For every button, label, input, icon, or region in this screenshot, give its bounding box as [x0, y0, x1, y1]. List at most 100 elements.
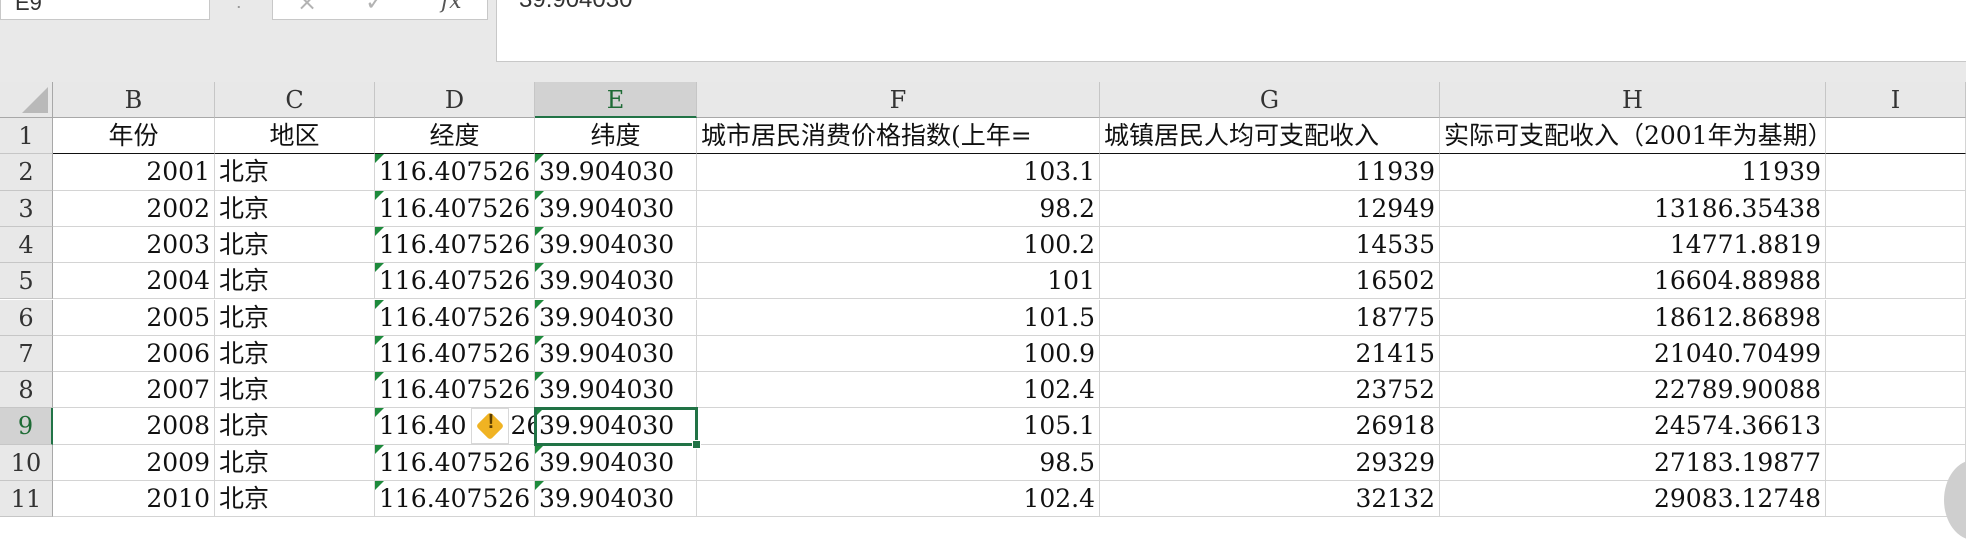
row-header-9[interactable]: 9 — [0, 408, 53, 445]
row-header-8[interactable]: 8 — [0, 372, 53, 409]
cell-g9[interactable]: 26918 — [1100, 408, 1440, 445]
cell-f7[interactable]: 100.9 — [697, 335, 1100, 373]
cell-b2[interactable]: 2001 — [53, 154, 215, 191]
cell-g4[interactable]: 14535 — [1100, 226, 1440, 264]
cell-c2[interactable]: 北京 — [215, 154, 375, 191]
cell-b6[interactable]: 2005 — [53, 299, 215, 336]
formula-input[interactable]: 39.904030 — [496, 0, 1966, 62]
cell-i8[interactable] — [1826, 372, 1966, 409]
column-header-e[interactable]: E — [535, 82, 697, 118]
row-header-6[interactable]: 6 — [0, 299, 53, 336]
header-cell-g[interactable]: 城镇居民人均可支配收入 — [1100, 118, 1440, 155]
cell-b10[interactable]: 2009 — [53, 444, 215, 481]
cell-c9[interactable]: 北京 — [215, 408, 375, 445]
cell-b4[interactable]: 2003 — [53, 226, 215, 264]
cell-b7[interactable]: 2006 — [53, 335, 215, 373]
cell-g8[interactable]: 23752 — [1100, 372, 1440, 409]
cell-f6[interactable]: 101.5 — [697, 299, 1100, 336]
cell-f4[interactable]: 100.2 — [697, 226, 1100, 264]
cell-e9[interactable]: 39.904030 — [535, 408, 697, 445]
cell-h5[interactable]: 16604.88988 — [1440, 263, 1826, 300]
cell-c3[interactable]: 北京 — [215, 190, 375, 227]
cell-f9[interactable]: 105.1 — [697, 408, 1100, 445]
cell-c5[interactable]: 北京 — [215, 263, 375, 300]
cell-e2[interactable]: 39.904030 — [535, 154, 697, 191]
cell-g6[interactable]: 18775 — [1100, 299, 1440, 336]
cell-f2[interactable]: 103.1 — [697, 154, 1100, 191]
cell-d4[interactable]: 116.407526 — [375, 226, 535, 264]
column-header-h[interactable]: H — [1440, 82, 1826, 118]
header-cell-f[interactable]: 城市居民消费价格指数(上年= — [697, 118, 1100, 155]
cell-h8[interactable]: 22789.90088 — [1440, 372, 1826, 409]
cell-d8[interactable]: 116.407526 — [375, 372, 535, 409]
cell-e6[interactable]: 39.904030 — [535, 299, 697, 336]
cell-c10[interactable]: 北京 — [215, 444, 375, 481]
cell-h7[interactable]: 21040.70499 — [1440, 335, 1826, 373]
cell-e7[interactable]: 39.904030 — [535, 335, 697, 373]
cell-f3[interactable]: 98.2 — [697, 190, 1100, 227]
select-all-corner[interactable] — [0, 82, 53, 118]
cell-i4[interactable] — [1826, 226, 1966, 264]
column-header-c[interactable]: C — [215, 82, 375, 118]
column-header-b[interactable]: B — [53, 82, 215, 118]
cell-d7[interactable]: 116.407526 — [375, 335, 535, 373]
cell-h3[interactable]: 13186.35438 — [1440, 190, 1826, 227]
cell-e8[interactable]: 39.904030 — [535, 372, 697, 409]
cell-i5[interactable] — [1826, 263, 1966, 300]
header-cell-e[interactable]: 纬度 — [535, 118, 697, 155]
cell-c4[interactable]: 北京 — [215, 226, 375, 264]
cell-h10[interactable]: 27183.19877 — [1440, 444, 1826, 481]
row-header-4[interactable]: 4 — [0, 226, 53, 264]
cell-e4[interactable]: 39.904030 — [535, 226, 697, 264]
row-header-5[interactable]: 5 — [0, 263, 53, 300]
column-header-g[interactable]: G — [1100, 82, 1440, 118]
row-header-7[interactable]: 7 — [0, 335, 53, 373]
row-header-3[interactable]: 3 — [0, 190, 53, 227]
cell-i2[interactable] — [1826, 154, 1966, 191]
cell-d9[interactable]: 116.40 26 — [375, 408, 535, 445]
cell-f8[interactable]: 102.4 — [697, 372, 1100, 409]
insert-function-icon[interactable]: fx — [441, 0, 462, 14]
header-cell-i[interactable] — [1826, 118, 1966, 155]
cell-i9[interactable] — [1826, 408, 1966, 445]
cell-d5[interactable]: 116.407526 — [375, 263, 535, 300]
header-cell-b[interactable]: 年份 — [53, 118, 215, 155]
cancel-icon[interactable]: × — [297, 0, 317, 14]
cell-h4[interactable]: 14771.8819 — [1440, 226, 1826, 264]
header-cell-c[interactable]: 地区 — [215, 118, 375, 155]
cell-f10[interactable]: 98.5 — [697, 444, 1100, 481]
cell-i6[interactable] — [1826, 299, 1966, 336]
row-header-1[interactable]: 1 — [0, 118, 53, 155]
header-cell-d[interactable]: 经度 — [375, 118, 535, 155]
cell-i7[interactable] — [1826, 335, 1966, 373]
cell-c7[interactable]: 北京 — [215, 335, 375, 373]
cell-e10[interactable]: 39.904030 — [535, 444, 697, 481]
cell-d2[interactable]: 116.407526 — [375, 154, 535, 191]
cell-c6[interactable]: 北京 — [215, 299, 375, 336]
cell-g2[interactable]: 11939 — [1100, 154, 1440, 191]
cell-i3[interactable] — [1826, 190, 1966, 227]
column-header-f[interactable]: F — [697, 82, 1100, 118]
cell-d3[interactable]: 116.407526 — [375, 190, 535, 227]
confirm-icon[interactable]: ✓ — [365, 0, 385, 14]
cell-h6[interactable]: 18612.86898 — [1440, 299, 1826, 336]
cell-g7[interactable]: 21415 — [1100, 335, 1440, 373]
cell-c8[interactable]: 北京 — [215, 372, 375, 409]
header-cell-h[interactable]: 实际可支配收入（2001年为基期） — [1440, 118, 1833, 155]
column-header-d[interactable]: D — [375, 82, 535, 118]
cell-e5[interactable]: 39.904030 — [535, 263, 697, 300]
cell-h9[interactable]: 24574.36613 — [1440, 408, 1826, 445]
cell-i10[interactable] — [1826, 444, 1966, 481]
cell-g10[interactable]: 29329 — [1100, 444, 1440, 481]
column-header-i[interactable]: I — [1826, 82, 1966, 118]
error-warning-icon[interactable]: ! — [471, 408, 509, 445]
cell-g3[interactable]: 12949 — [1100, 190, 1440, 227]
cell-e3[interactable]: 39.904030 — [535, 190, 697, 227]
name-box[interactable]: E9 — [0, 0, 210, 20]
cell-g5[interactable]: 16502 — [1100, 263, 1440, 300]
cell-d10[interactable]: 116.407526 — [375, 444, 535, 481]
cell-b5[interactable]: 2004 — [53, 263, 215, 300]
cell-b3[interactable]: 2002 — [53, 190, 215, 227]
cell-b8[interactable]: 2007 — [53, 372, 215, 409]
row-header-10[interactable]: 10 — [0, 444, 53, 481]
